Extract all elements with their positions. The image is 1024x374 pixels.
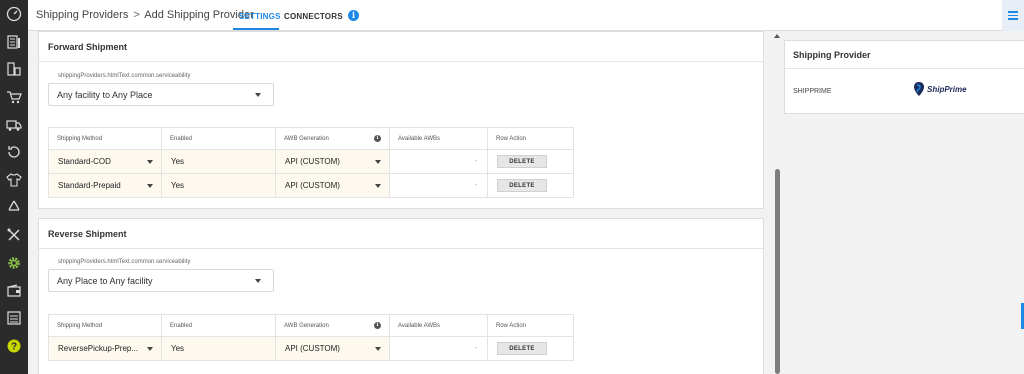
awb-generation-select[interactable]: API (CUSTOM) [275,149,390,174]
recycle-icon[interactable] [5,198,23,216]
shipprime-logo: ShipPrime [914,82,967,96]
chevron-down-icon [147,184,153,188]
reverse-shipment-panel: Reverse Shipment shippingProviders.htmlT… [38,218,764,374]
table-row: Standard-Prepaid Yes API (CUSTOM) - DELE… [48,173,574,198]
shipping-provider-panel: Shipping Provider SHIPPRIME ShipPrime [784,40,1024,114]
tab-connectors[interactable]: CONNECTORS [284,12,343,21]
chevron-down-icon [375,160,381,164]
chevron-down-icon [255,279,261,283]
info-icon[interactable]: i [374,135,381,142]
delete-button[interactable]: DELETE [497,155,547,168]
table-row: ReversePickup-Prep... Yes API (CUSTOM) -… [48,336,574,361]
serviceability-label: shippingProviders.htmlText.common.servic… [58,73,191,79]
chevron-down-icon [147,160,153,164]
awb-generation-select[interactable]: API (CUSTOM) [275,173,390,198]
forward-serviceability-value: Any facility to Any Place [57,90,153,100]
cart-icon[interactable] [5,88,23,106]
breadcrumb-parent[interactable]: Shipping Providers [36,9,128,21]
column-header: Row Action [487,314,574,337]
column-header: Shipping Method [48,314,162,337]
row-action-cell: DELETE [487,149,574,174]
awb-generation-select[interactable]: API (CUSTOM) [275,336,390,361]
forward-serviceability-select[interactable]: Any facility to Any Place [48,83,274,106]
divider [39,248,763,249]
tab-settings[interactable]: SETTINGS [239,12,281,21]
hamburger-menu-button[interactable] [1002,0,1024,31]
info-icon[interactable]: i [348,10,359,21]
info-icon[interactable]: i [374,322,381,329]
table-header-row: Shipping Method Enabled AWB Generation i … [48,127,574,150]
vertical-scrollbar[interactable] [771,31,783,374]
chevron-down-icon [255,93,261,97]
top-bar: Shipping Providers > Add Shipping Provid… [28,0,1024,31]
reverse-serviceability-select[interactable]: Any Place to Any facility [48,269,274,292]
available-awbs-cell: - [389,336,488,361]
forward-shipment-title: Forward Shipment [48,42,128,52]
divider [785,68,1024,69]
reverse-shipment-title: Reverse Shipment [48,229,127,239]
help-icon[interactable]: ? [5,337,23,355]
reverse-serviceability-value: Any Place to Any facility [57,276,153,286]
divider [39,61,763,62]
chevron-down-icon [147,347,153,351]
table-header-row: Shipping Method Enabled AWB Generation i … [48,314,574,337]
delete-button[interactable]: DELETE [497,179,547,192]
returns-icon[interactable] [5,143,23,161]
delete-button[interactable]: DELETE [497,342,547,355]
shipping-provider-title: Shipping Provider [793,50,871,60]
column-header: Shipping Method [48,127,162,150]
reports-icon[interactable] [5,309,23,327]
breadcrumb-current: Add Shipping Provider [144,9,254,21]
breadcrumb: Shipping Providers > Add Shipping Provid… [36,9,254,21]
row-action-cell: DELETE [487,336,574,361]
shipping-method-select[interactable]: ReversePickup-Prep... [48,336,162,361]
shipping-method-select[interactable]: Standard-COD [48,149,162,174]
tools-icon[interactable] [5,226,23,244]
serviceability-label: shippingProviders.htmlText.common.servic… [58,259,191,265]
column-header: Enabled [161,127,276,150]
products-icon[interactable] [5,60,23,78]
scroll-up-arrow-icon[interactable] [774,34,780,38]
row-action-cell: DELETE [487,173,574,198]
tab-active-underline [233,28,279,30]
shipping-method-select[interactable]: Standard-Prepaid [48,173,162,198]
shipping-icon[interactable] [5,116,23,134]
svg-text:?: ? [11,342,17,353]
forward-shipment-panel: Forward Shipment shippingProviders.htmlT… [38,31,764,209]
apparel-icon[interactable] [5,171,23,189]
column-header: Enabled [161,314,276,337]
available-awbs-cell: - [389,173,488,198]
column-header: Row Action [487,127,574,150]
column-header: Available AWBs [389,127,488,150]
dashboard-icon[interactable] [5,5,23,23]
settings-gear-icon[interactable] [5,254,23,272]
wallet-icon[interactable] [5,282,23,300]
forward-shipping-methods-table: Shipping Method Enabled AWB Generation i … [48,127,574,198]
chevron-down-icon [375,347,381,351]
column-header: AWB Generation i [275,314,390,337]
shipprime-logo-icon [914,82,924,96]
orders-icon[interactable] [5,33,23,51]
enabled-select[interactable]: Yes [161,173,276,198]
scroll-thumb[interactable] [775,169,780,374]
breadcrumb-separator: > [133,9,140,21]
enabled-select[interactable]: Yes [161,149,276,174]
sidebar-nav: ? [0,0,28,374]
chevron-down-icon [375,184,381,188]
column-header: AWB Generation i [275,127,390,150]
reverse-shipping-methods-table: Shipping Method Enabled AWB Generation i … [48,314,574,361]
column-header: Available AWBs [389,314,488,337]
provider-name: SHIPPRIME [793,88,832,95]
table-row: Standard-COD Yes API (CUSTOM) - DELETE [48,149,574,174]
available-awbs-cell: - [389,149,488,174]
enabled-select[interactable]: Yes [161,336,276,361]
logo-wordmark: ShipPrime [927,84,967,94]
